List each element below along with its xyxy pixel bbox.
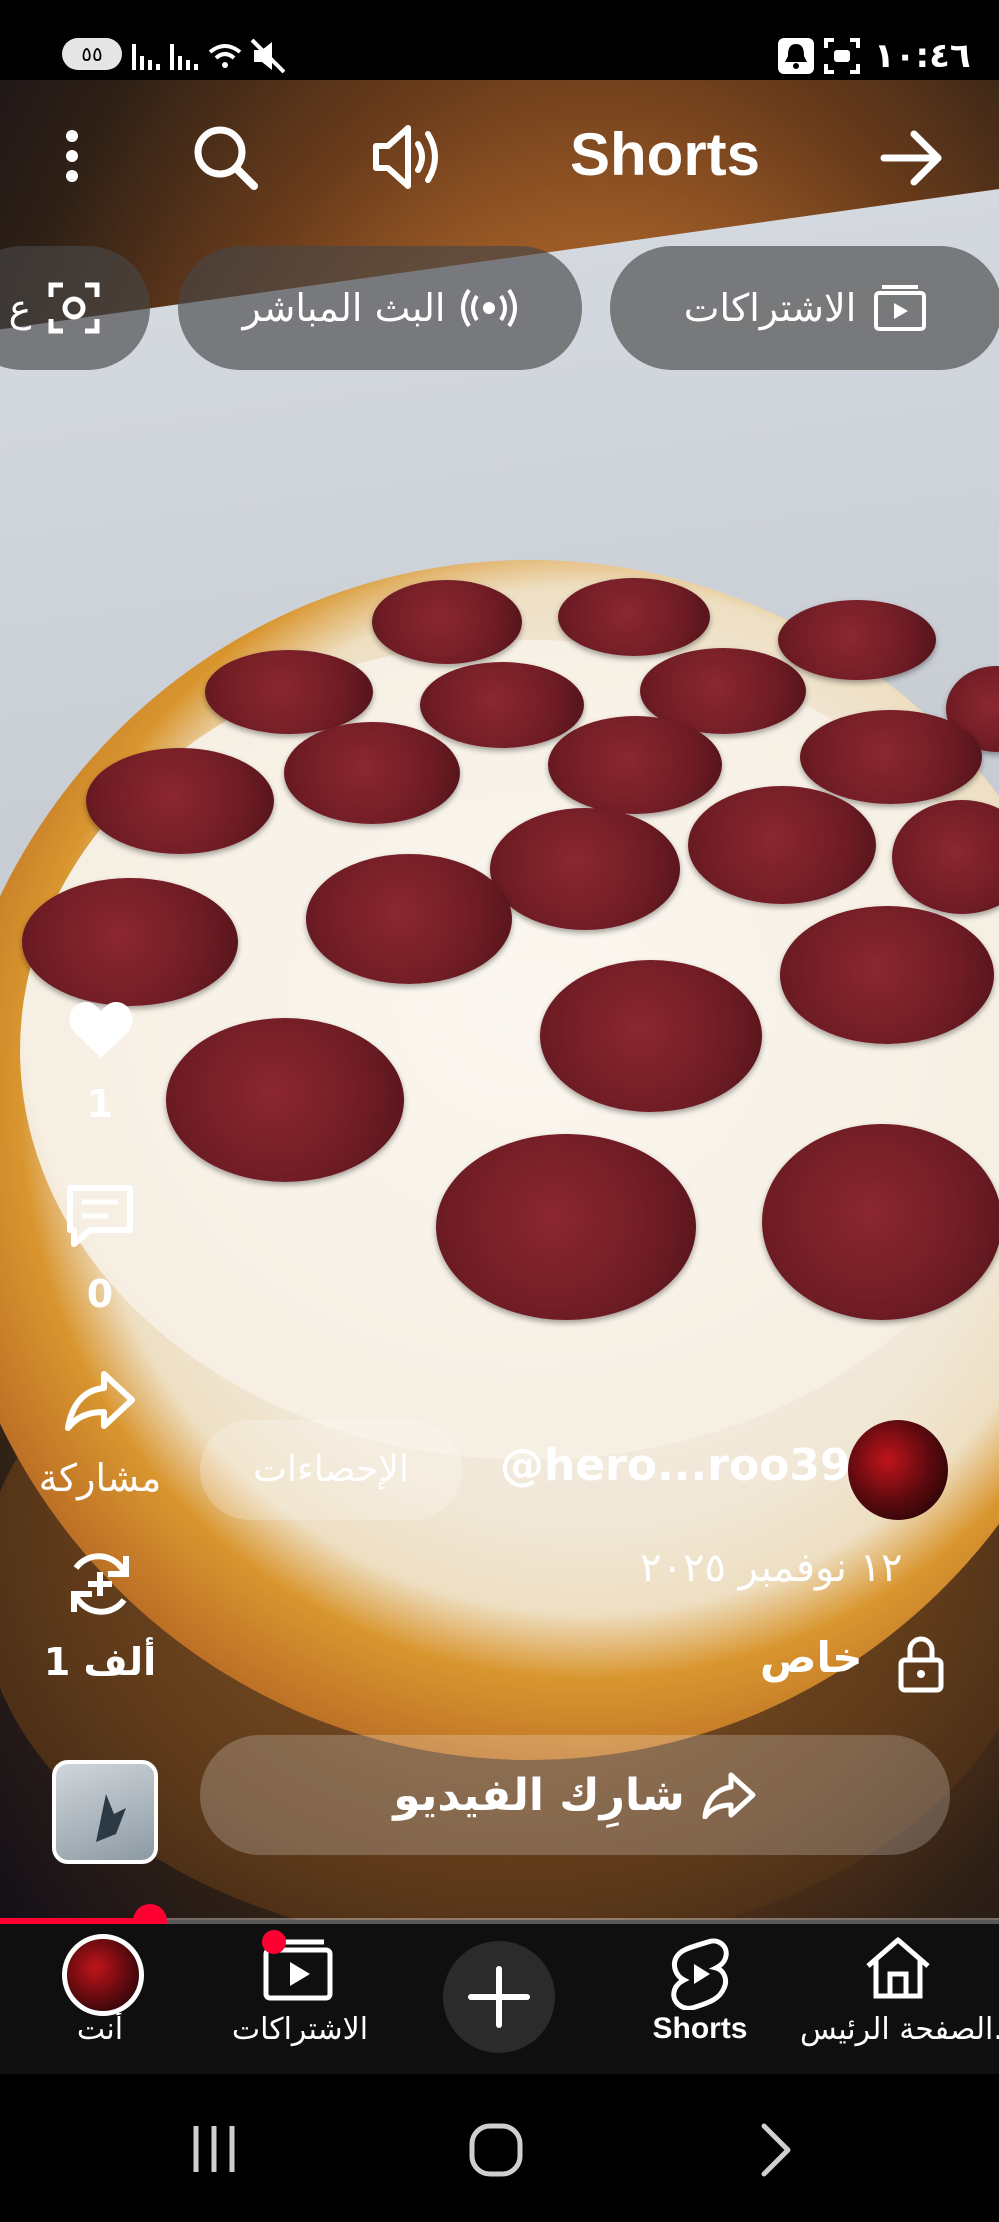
forward-arrow-icon[interactable] [880, 128, 944, 188]
pepperoni [306, 854, 512, 984]
sound-thumbnail[interactable] [52, 1760, 158, 1864]
camera-scan-icon [48, 282, 100, 334]
pepperoni [778, 600, 936, 680]
nav-shorts-icon[interactable] [668, 1936, 732, 2010]
system-navigation-bar [0, 2074, 999, 2222]
comment-count: 0 [86, 1272, 114, 1316]
nav-label-shorts[interactable]: Shorts [630, 2012, 770, 2046]
pepperoni [22, 878, 238, 1006]
notification-icon [778, 38, 814, 74]
share-video-button[interactable]: شارِك الفيديو [200, 1735, 950, 1855]
clock: ١٠:٤٦ [874, 36, 971, 76]
chip-subscriptions[interactable]: الاشتراكات [610, 246, 999, 370]
nav-label-home[interactable]: الصفحة الرئيس... [800, 2012, 999, 2047]
remix-icon[interactable] [62, 1546, 138, 1622]
home-button-icon[interactable] [468, 2122, 524, 2178]
subscriptions-icon [874, 285, 927, 331]
signal-icon [132, 44, 242, 70]
plus-icon [468, 1966, 530, 2028]
channel-avatar[interactable] [848, 1420, 948, 1520]
pepperoni [420, 662, 584, 748]
share-icon[interactable] [64, 1370, 136, 1432]
nav-you-avatar[interactable] [62, 1934, 144, 2016]
more-options-icon[interactable] [62, 128, 82, 184]
chip-partial-label: ع [8, 286, 32, 330]
battery-indicator: ٥٥ [62, 38, 122, 70]
live-broadcast-icon [461, 288, 518, 328]
pepperoni [800, 710, 982, 804]
screen-record-icon [824, 38, 860, 74]
lock-icon [898, 1636, 944, 1693]
stats-button[interactable]: الإحصاءات [200, 1420, 462, 1520]
privacy-label: خاص [760, 1633, 863, 1682]
pepperoni [166, 1018, 404, 1182]
mute-icon [250, 38, 286, 74]
chip-live[interactable]: البث المباشر [178, 246, 582, 370]
share-arrow-icon [702, 1772, 756, 1819]
pepperoni [780, 906, 994, 1044]
volume-icon[interactable] [368, 120, 442, 194]
remix-count: 1 ألف [43, 1640, 157, 1684]
chip-subscriptions-label: الاشتراكات [683, 286, 857, 330]
channel-handle[interactable]: @hero...roo39 [500, 1440, 851, 1491]
pepperoni [284, 722, 460, 824]
pepperoni [548, 716, 722, 814]
nav-subscriptions-badge [262, 1930, 286, 1954]
recent-apps-icon[interactable] [190, 2122, 240, 2176]
bird-image-icon [96, 1794, 126, 1842]
share-label: مشاركة [38, 1456, 162, 1500]
comment-icon[interactable] [64, 1182, 136, 1250]
pepperoni [436, 1134, 696, 1320]
pepperoni [372, 580, 522, 664]
nav-home-icon[interactable] [862, 1934, 934, 2002]
pepperoni [540, 960, 762, 1112]
like-heart-icon[interactable] [68, 1000, 134, 1060]
nav-label-you[interactable]: أنت [40, 2012, 160, 2047]
pepperoni [688, 786, 876, 904]
pepperoni [558, 578, 710, 656]
pepperoni [205, 650, 373, 734]
create-button[interactable] [443, 1941, 555, 2053]
chip-live-label: البث المباشر [242, 286, 446, 330]
upload-date: ١٢ نوفمبر ٢٠٢٥ [640, 1545, 903, 1591]
search-icon[interactable] [190, 122, 260, 192]
pepperoni [86, 748, 274, 854]
share-video-label: شارِك الفيديو [393, 1769, 685, 1821]
back-button-icon[interactable] [756, 2122, 796, 2178]
like-count: 1 [86, 1082, 114, 1126]
status-bar: ٥٥ ١٠:٤٦ [0, 0, 999, 80]
page-title: Shorts [570, 121, 761, 188]
chip-partial[interactable]: ع [0, 246, 150, 370]
pepperoni [490, 808, 680, 930]
pepperoni [762, 1124, 999, 1320]
nav-label-subscriptions[interactable]: الاشتراكات [220, 2012, 380, 2047]
